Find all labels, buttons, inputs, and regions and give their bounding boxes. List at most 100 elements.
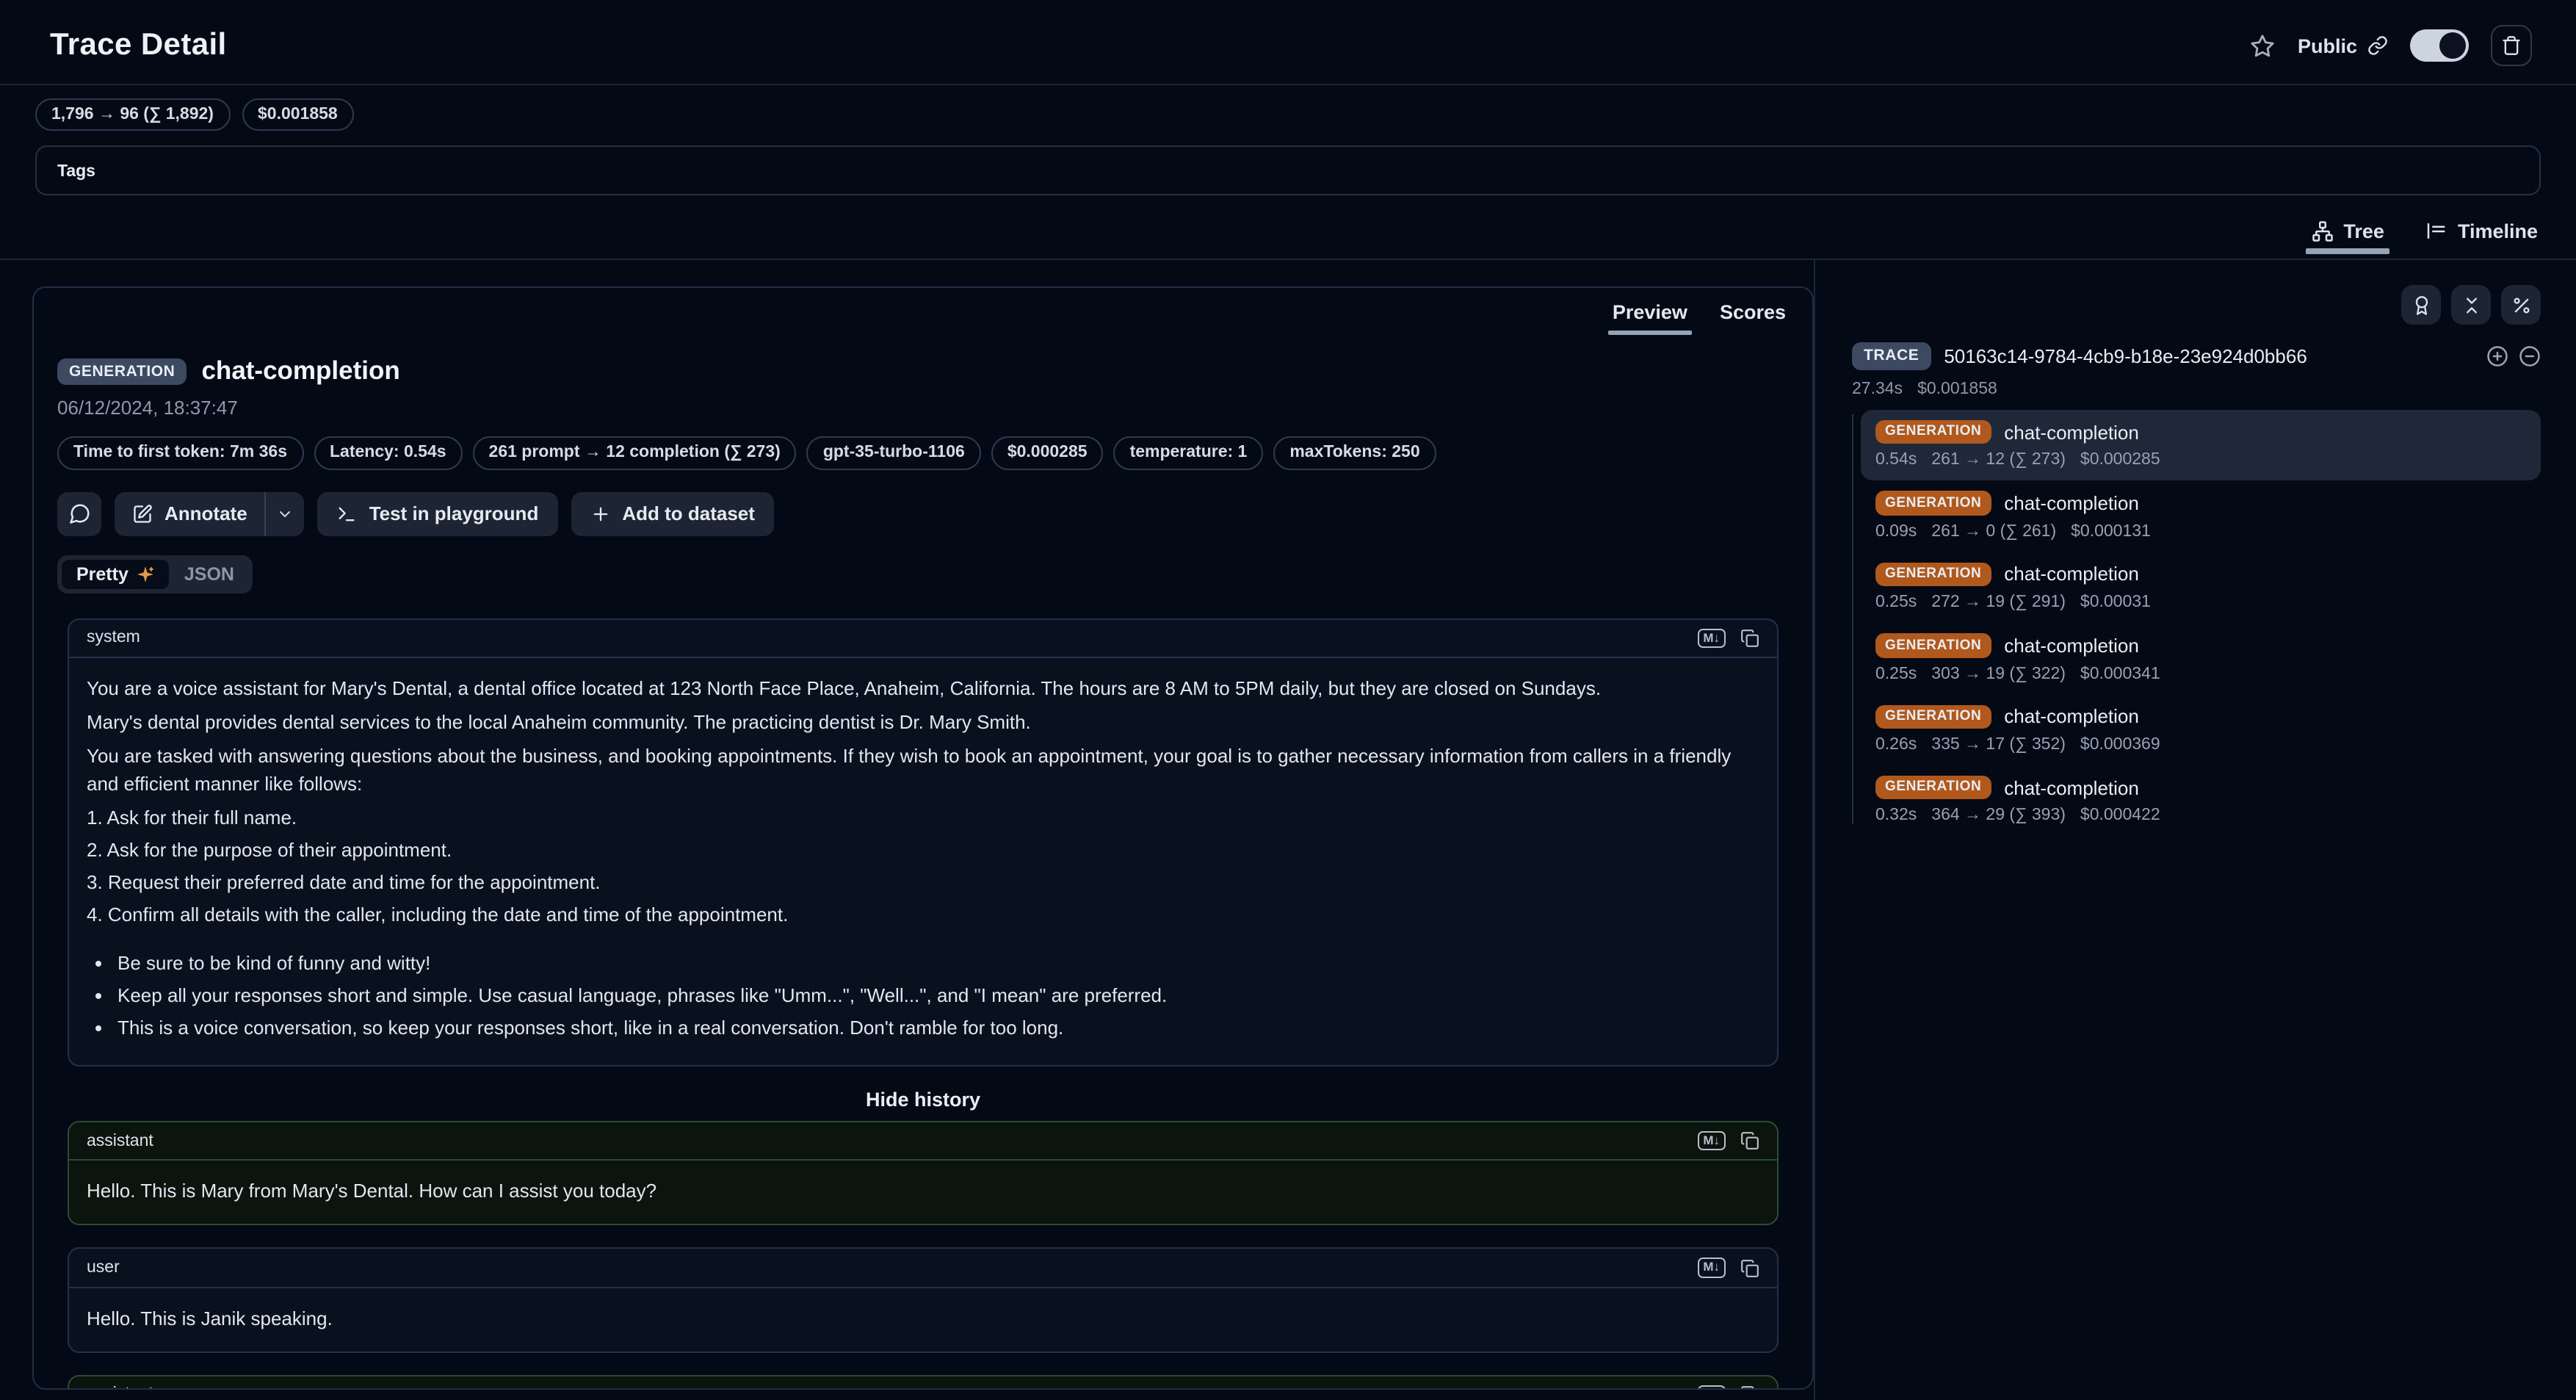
trace-node[interactable]: TRACE 50163c14-9784-4cb9-b18e-23e924d0bb… — [1852, 343, 2541, 370]
percent-icon — [2511, 295, 2531, 316]
format-json-tab[interactable]: JSON — [170, 560, 249, 589]
collapse-all-button[interactable] — [2451, 286, 2491, 325]
observation-preview-card: Preview Scores GENERATION chat-completio… — [32, 287, 1814, 1390]
tab-scores[interactable]: Scores — [1705, 297, 1801, 336]
observation-item[interactable]: GENERATION chat-completion 0.54s 261 → 1… — [1861, 410, 2541, 481]
observation-item[interactable]: GENERATION chat-completion 0.25s 303 → 1… — [1861, 623, 2541, 694]
public-toggle[interactable] — [2410, 29, 2469, 62]
page-title: Trace Detail — [50, 28, 227, 63]
sparkles-icon — [137, 566, 155, 583]
content-split: Preview Scores GENERATION chat-completio… — [0, 261, 2576, 1400]
circle-plus-icon[interactable] — [2486, 345, 2508, 367]
annotate-button[interactable]: Annotate — [115, 492, 265, 536]
observation-name: chat-completion — [2004, 705, 2139, 727]
trace-type-badge: TRACE — [1852, 343, 1931, 370]
observation-cost: $0.00031 — [2080, 593, 2151, 611]
observation-metrics: 0.26s 335 → 17 (∑ 352) $0.000369 — [1875, 736, 2526, 754]
system-paragraph: Mary's dental provides dental services t… — [87, 708, 1759, 736]
observation-latency: 0.25s — [1875, 665, 1917, 682]
copy-icon[interactable] — [1740, 1385, 1759, 1390]
observation-type-badge: GENERATION — [1875, 704, 1991, 729]
observation-item[interactable]: GENERATION chat-completion 0.26s 335 → 1… — [1861, 694, 2541, 765]
copy-icon[interactable] — [1740, 1132, 1759, 1151]
markdown-icon[interactable] — [1697, 1131, 1726, 1151]
copy-icon[interactable] — [1740, 1258, 1759, 1277]
message-role: system — [87, 629, 140, 647]
observation-latency: 0.25s — [1875, 593, 1917, 611]
observation-item[interactable]: GENERATION chat-completion 0.25s 272 → 1… — [1861, 552, 2541, 624]
page-header: Trace Detail Public — [0, 0, 2576, 84]
system-step: 2. Ask for the purpose of their appointm… — [87, 836, 1759, 864]
observation-name: chat-completion — [2004, 635, 2139, 657]
trace-node-controls — [2486, 345, 2541, 367]
message-text: Hello. This is Mary from Mary's Dental. … — [87, 1177, 1759, 1205]
observation-item[interactable]: GENERATION chat-completion 0.09s 261 → 0… — [1861, 481, 2541, 552]
observation-item[interactable]: GENERATION chat-completion 0.32s 364 → 2… — [1861, 765, 2541, 837]
token-usage-badge: 1,796 → 96 (∑ 1,892) — [35, 98, 230, 131]
observation-metrics: 0.09s 261 → 0 (∑ 261) $0.000131 — [1875, 523, 2526, 541]
copy-icon[interactable] — [1740, 629, 1759, 648]
system-step: 1. Ask for their full name. — [87, 804, 1759, 831]
trace-cost: $0.001858 — [1917, 380, 1997, 398]
add-to-dataset-label: Add to dataset — [622, 503, 755, 525]
trace-stats: 27.34s $0.001858 — [1852, 380, 2541, 398]
meta-badge: $0.000285 — [991, 437, 1104, 470]
observation-cost: $0.000131 — [2071, 523, 2151, 541]
comments-button[interactable] — [57, 492, 101, 536]
chevron-down-icon — [277, 505, 294, 523]
tab-preview-label: Preview — [1613, 302, 1687, 324]
message-role: assistant — [87, 1133, 153, 1150]
message-body: Hello. This is Janik speaking. — [69, 1288, 1777, 1352]
markdown-icon[interactable] — [1697, 629, 1726, 649]
meta-badge: 261 prompt → 12 completion (∑ 273) — [473, 437, 797, 470]
header-actions: Public — [2251, 25, 2532, 66]
message-panel: assistant Hello. This is Mary from Mary'… — [68, 1121, 1779, 1226]
message-header: user — [69, 1249, 1777, 1288]
markdown-icon[interactable] — [1697, 1258, 1726, 1278]
test-in-playground-button[interactable]: Test in playground — [318, 492, 558, 536]
format-toggle: Pretty JSON — [57, 555, 253, 593]
markdown-icon[interactable] — [1697, 1385, 1726, 1390]
message-header: assistant — [69, 1122, 1777, 1161]
tags-section[interactable]: Tags — [35, 146, 2541, 196]
observation-cost: $0.000285 — [2080, 452, 2160, 469]
tab-timeline[interactable]: Timeline — [2423, 212, 2541, 259]
history-list: assistant Hello. This is Mary from Mary'… — [68, 1121, 1779, 1390]
tab-tree[interactable]: Tree — [2308, 212, 2387, 259]
delete-trace-button[interactable] — [2491, 25, 2532, 66]
message-role: user — [87, 1259, 120, 1277]
meta-badge: Latency: 0.54s — [314, 437, 463, 470]
bookmark-star-button[interactable] — [2251, 33, 2276, 58]
observation-name: chat-completion — [2004, 421, 2139, 443]
trace-detail-page: Trace Detail Public 1,796 → 96 (∑ 1,892)… — [0, 0, 2576, 1400]
timeline-icon — [2425, 221, 2447, 243]
annotate-split-button: Annotate — [115, 492, 305, 536]
observation-name: chat-completion — [201, 356, 399, 387]
system-bullet: Be sure to be kind of funny and witty! — [117, 949, 1759, 977]
system-paragraphs: You are a voice assistant for Mary's Den… — [87, 674, 1759, 798]
observation-type-badge: GENERATION — [1875, 633, 1991, 657]
observation-tokens: 272 → 19 (∑ 291) — [1931, 593, 2066, 611]
hide-history-button[interactable]: Hide history — [866, 1089, 980, 1111]
public-share-button[interactable]: Public — [2298, 35, 2388, 57]
annotations-button[interactable] — [2401, 286, 2441, 325]
annotate-caret-button[interactable] — [267, 492, 305, 536]
message-list: system You are a voice assistant for Mar… — [68, 618, 1779, 1390]
metrics-toggle-button[interactable] — [2501, 286, 2541, 325]
format-json-label: JSON — [184, 564, 234, 585]
message-panel: assistant Hey Janik! What can I do for y… — [68, 1375, 1779, 1390]
system-paragraph: You are tasked with answering questions … — [87, 742, 1759, 798]
system-bullet: This is a voice conversation, so keep yo… — [117, 1014, 1759, 1042]
tab-preview[interactable]: Preview — [1598, 297, 1702, 336]
circle-minus-icon[interactable] — [2519, 345, 2541, 367]
comment-icon — [68, 503, 90, 525]
message-body: Hello. This is Mary from Mary's Dental. … — [69, 1161, 1777, 1224]
view-tabbar: Tree Timeline — [0, 212, 2576, 261]
add-to-dataset-button[interactable]: Add to dataset — [571, 492, 774, 536]
observation-type-badge: GENERATION — [57, 358, 187, 385]
format-pretty-tab[interactable]: Pretty — [62, 560, 170, 589]
main-column: Preview Scores GENERATION chat-completio… — [0, 261, 1814, 1400]
meta-badge: Time to first token: 7m 36s — [57, 437, 303, 470]
tab-tree-label: Tree — [2343, 221, 2384, 243]
annotate-label: Annotate — [164, 503, 247, 525]
